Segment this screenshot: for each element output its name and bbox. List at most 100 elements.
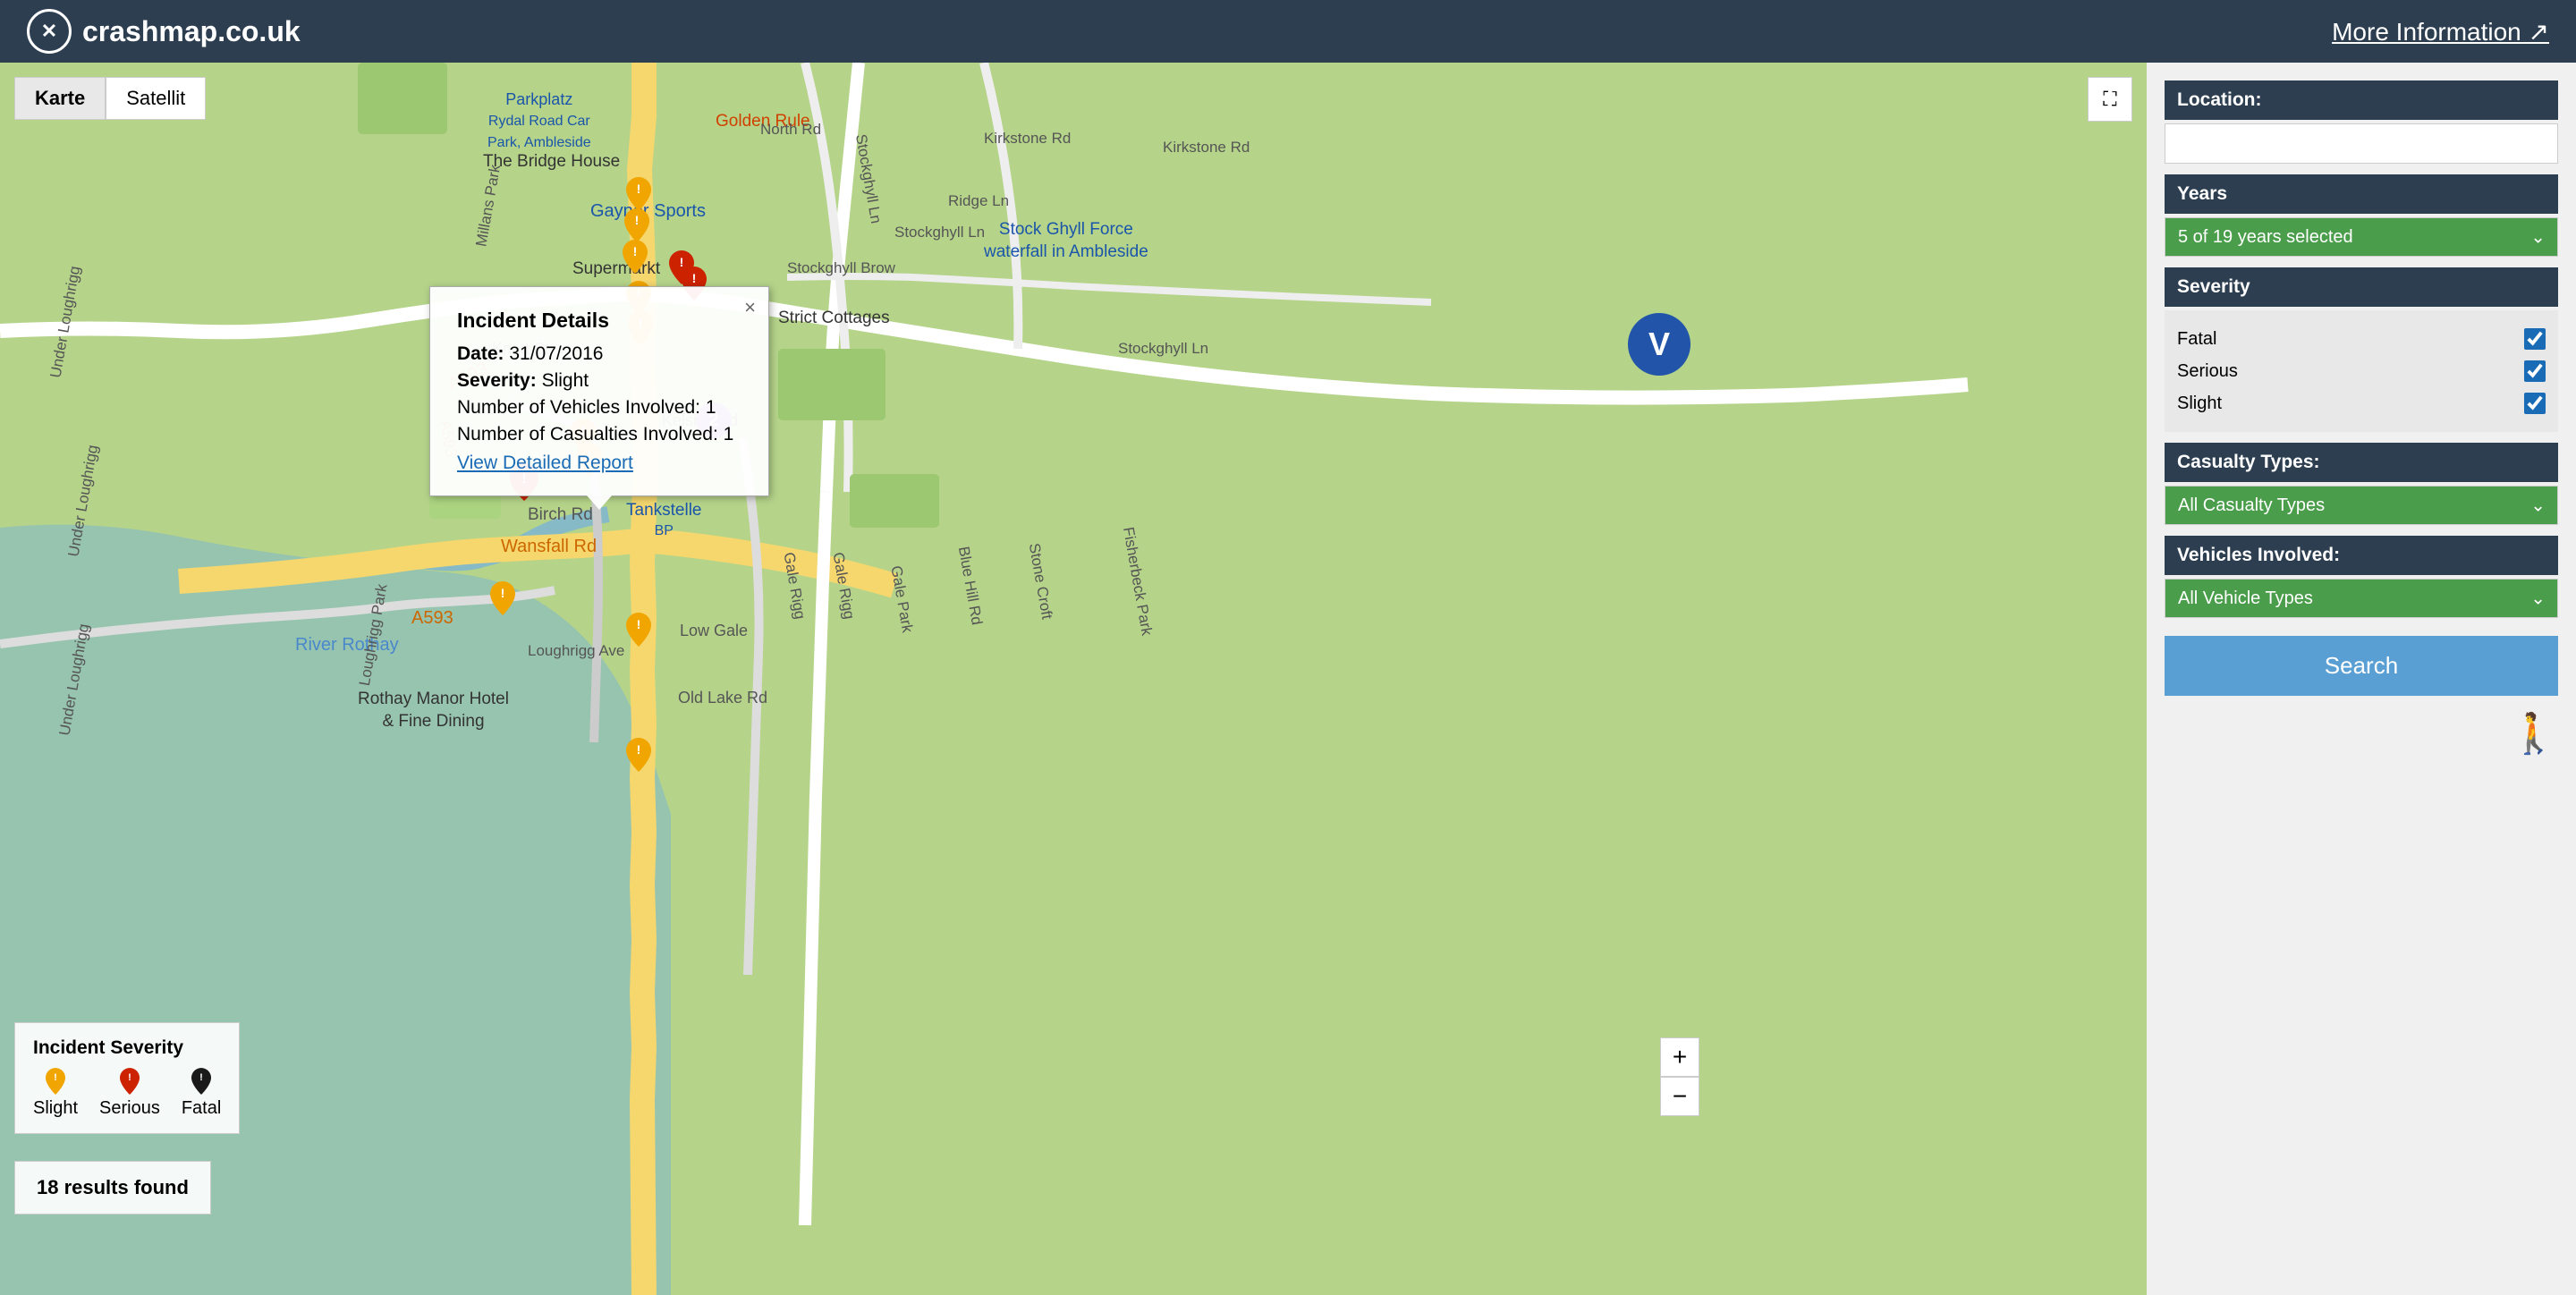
place-label-tankstelle: TankstelleBP: [626, 501, 702, 540]
slight-checkbox[interactable]: [2524, 393, 2546, 414]
map-type-controls: Karte Satellit: [14, 77, 206, 120]
vehicles-select[interactable]: All Vehicle Types: [2165, 579, 2558, 618]
zoom-controls: + −: [1660, 1037, 1699, 1116]
more-info-link[interactable]: More Information ↗: [2332, 17, 2549, 47]
severity-slight-item: Slight: [2177, 387, 2546, 419]
legend-serious-label: Serious: [99, 1098, 160, 1119]
search-button[interactable]: Search: [2165, 636, 2558, 696]
legend-items: ! Slight ! Serious ! Fatal: [33, 1068, 221, 1119]
serious-checkbox[interactable]: [2524, 360, 2546, 382]
casualty-row: Casualty Types: All Casualty Types: [2165, 443, 2558, 525]
road-label-kirkstone2: Kirkstone Rd: [1163, 139, 1250, 157]
road-label-stockghyll2: Stockghyll Brow: [787, 259, 895, 277]
road-label-ridge: Ridge Ln: [948, 192, 1009, 210]
legend-fatal-label: Fatal: [182, 1098, 221, 1119]
popup-vehicles-value: 1: [706, 397, 716, 418]
years-select[interactable]: 5 of 19 years selected: [2165, 217, 2558, 257]
marker-slight-9[interactable]: !: [490, 581, 515, 620]
popup-casualties-row: Number of Casualties Involved: 1: [457, 424, 741, 445]
location-label: Location:: [2165, 80, 2558, 120]
location-row: Location:: [2165, 80, 2558, 164]
popup-casualties-label: Number of Casualties Involved:: [457, 424, 718, 444]
years-label: Years: [2165, 174, 2558, 214]
svg-text:!: !: [692, 271, 697, 285]
incident-popup: Incident Details × Date: 31/07/2016 Seve…: [429, 286, 769, 496]
fatal-label: Fatal: [2177, 329, 2216, 350]
severity-serious-item: Serious: [2177, 355, 2546, 387]
v-marker[interactable]: V: [1628, 313, 1690, 376]
svg-text:!: !: [128, 1072, 131, 1083]
road-label-wansfall: Wansfall Rd: [501, 537, 597, 557]
road-label-a593-lower: A593: [411, 608, 453, 629]
map-container[interactable]: Karte Satellit ⛶ ParkplatzRydal Road Car…: [0, 63, 2147, 1295]
popup-close-button[interactable]: ×: [744, 296, 756, 319]
place-label-parkplatz: ParkplatzRydal Road CarPark, Ambleside: [487, 89, 591, 153]
legend-slight: ! Slight: [33, 1068, 78, 1119]
location-input[interactable]: [2165, 123, 2558, 164]
place-label-stockghyll: Stock Ghyll Forcewaterfall in Ambleside: [984, 219, 1148, 263]
popup-casualties-value: 1: [724, 424, 734, 444]
svg-text:!: !: [501, 586, 505, 600]
popup-date-label: Date:: [457, 343, 504, 364]
marker-slight-8[interactable]: !: [626, 613, 651, 651]
logo-area: ✕ crashmap.co.uk: [27, 9, 301, 54]
svg-text:!: !: [199, 1072, 203, 1083]
years-row: Years 5 of 19 years selected: [2165, 174, 2558, 257]
road-label-loughriggave: Loughrigg Ave: [528, 642, 624, 660]
results-count: 18 results found: [14, 1161, 211, 1215]
vehicles-row: Vehicles Involved: All Vehicle Types: [2165, 536, 2558, 618]
severity-row: Severity Fatal Serious Slight: [2165, 267, 2558, 432]
road-label-kirkstone: Kirkstone Rd: [984, 130, 1071, 148]
svg-text:!: !: [635, 213, 640, 227]
legend-slight-label: Slight: [33, 1098, 78, 1119]
casualty-select[interactable]: All Casualty Types: [2165, 486, 2558, 525]
legend-serious: ! Serious: [99, 1068, 160, 1119]
popup-severity-value: Slight: [542, 370, 589, 391]
svg-text:!: !: [637, 617, 641, 631]
svg-text:!: !: [633, 244, 638, 258]
zoom-out-button[interactable]: −: [1660, 1077, 1699, 1116]
popup-date-row: Date: 31/07/2016: [457, 343, 741, 365]
satellit-button[interactable]: Satellit: [106, 77, 206, 120]
marker-slight-3[interactable]: !: [623, 240, 648, 278]
logo-text: crashmap.co.uk: [82, 15, 301, 48]
casualty-select-wrapper: All Casualty Types: [2165, 486, 2558, 525]
road-label-stockghyll3: Stockghyll Ln: [894, 224, 985, 241]
popup-vehicles-row: Number of Vehicles Involved: 1: [457, 397, 741, 419]
svg-text:!: !: [637, 742, 641, 757]
road-label-northrd: North Rd: [760, 121, 821, 139]
slight-label: Slight: [2177, 394, 2222, 414]
person-icon-container: 🚶: [2165, 710, 2558, 757]
legend-fatal: ! Fatal: [182, 1068, 221, 1119]
popup-vehicles-label: Number of Vehicles Involved:: [457, 397, 700, 418]
svg-text:!: !: [637, 182, 641, 196]
casualty-label: Casualty Types:: [2165, 443, 2558, 482]
place-label-cottages: Strict Cottages: [778, 309, 890, 328]
severity-section: Fatal Serious Slight: [2165, 310, 2558, 432]
popup-severity-row: Severity: Slight: [457, 370, 741, 392]
app-header: ✕ crashmap.co.uk More Information ↗: [0, 0, 2576, 63]
fullscreen-button[interactable]: ⛶: [2088, 77, 2132, 122]
place-label-river: River Rothay: [295, 635, 399, 656]
severity-fatal-item: Fatal: [2177, 323, 2546, 355]
karte-button[interactable]: Karte: [14, 77, 106, 120]
view-report-link[interactable]: View Detailed Report: [457, 453, 741, 474]
incident-legend: Incident Severity ! Slight ! Serious ! F…: [14, 1022, 240, 1134]
svg-text:!: !: [54, 1072, 57, 1083]
fatal-checkbox[interactable]: [2524, 328, 2546, 350]
vehicles-select-wrapper: All Vehicle Types: [2165, 579, 2558, 618]
serious-label: Serious: [2177, 361, 2238, 382]
right-panel: Location: Years 5 of 19 years selected S…: [2147, 63, 2576, 1295]
popup-severity-label: Severity:: [457, 370, 537, 391]
logo-icon: ✕: [27, 9, 72, 54]
person-icon: 🚶: [2509, 712, 2558, 756]
vehicles-label: Vehicles Involved:: [2165, 536, 2558, 575]
road-label-stockghylln: Stockghyll Ln: [1118, 340, 1208, 358]
road-label-oldlake: Old Lake Rd: [678, 689, 767, 707]
marker-slight-10[interactable]: !: [626, 738, 651, 776]
popup-title: Incident Details: [457, 309, 741, 333]
place-label-rothay: Rothay Manor Hotel& Fine Dining: [358, 689, 509, 732]
road-label-lowgale: Low Gale: [680, 622, 748, 640]
zoom-in-button[interactable]: +: [1660, 1037, 1699, 1077]
years-select-wrapper: 5 of 19 years selected: [2165, 217, 2558, 257]
